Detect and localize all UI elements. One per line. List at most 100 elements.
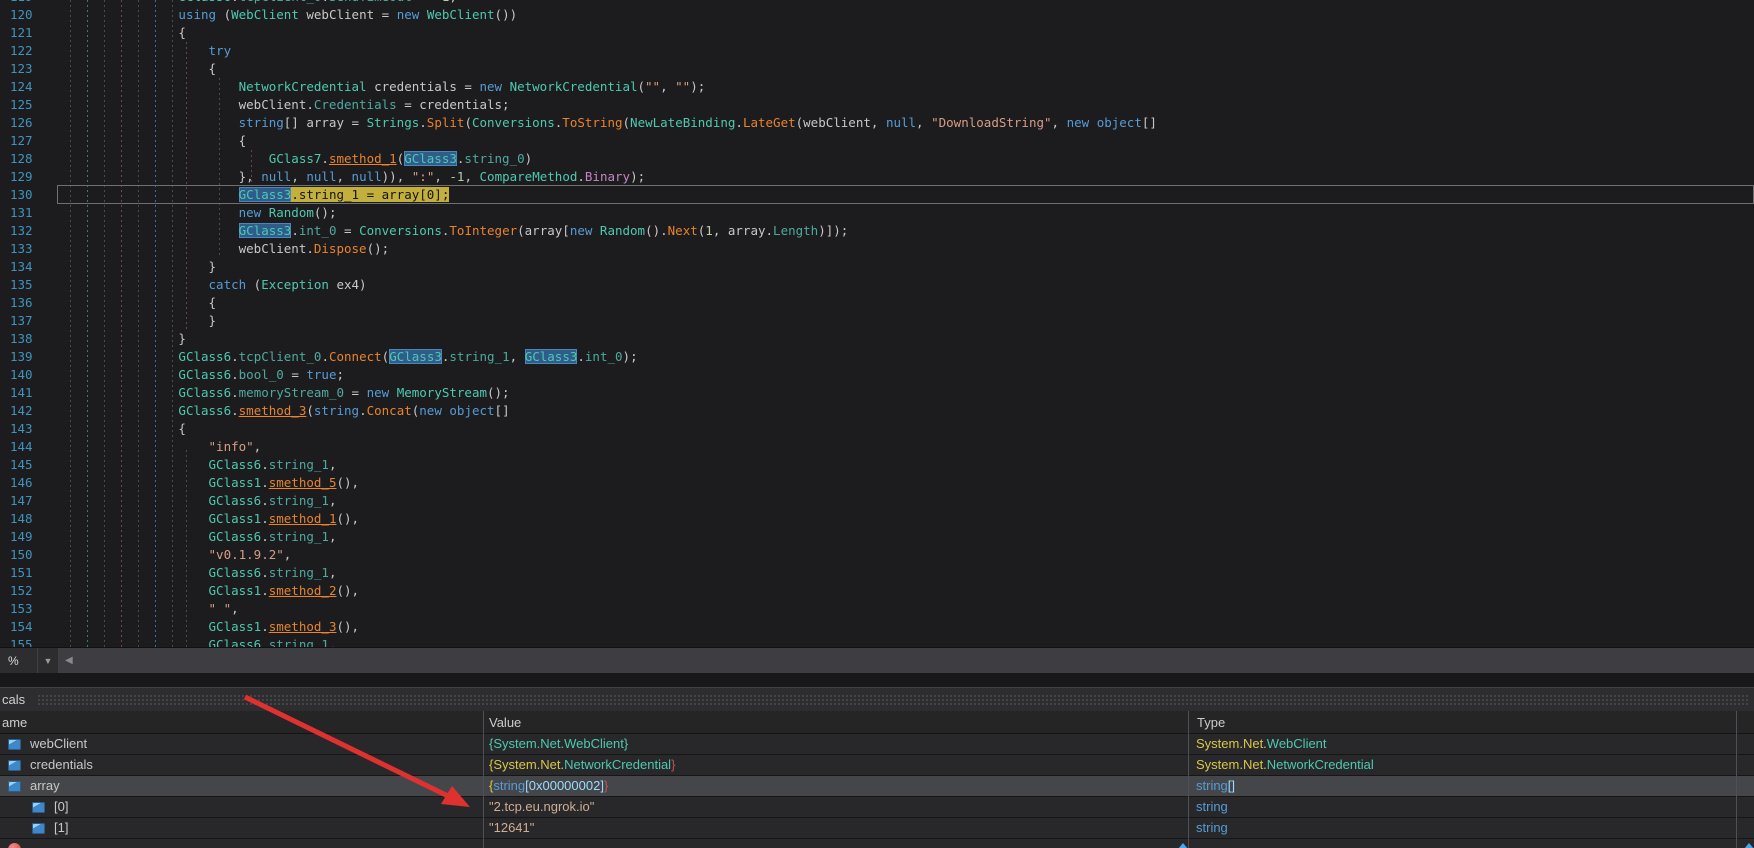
line-number: 155 bbox=[10, 636, 33, 647]
code-line: 131 new Random(); bbox=[0, 204, 1754, 222]
line-number: 140 bbox=[10, 366, 33, 384]
code-line: 127 { bbox=[0, 132, 1754, 150]
locals-panel: cals ame Value Type webClient{System.Net… bbox=[0, 687, 1754, 848]
code-line: 123 { bbox=[0, 60, 1754, 78]
local-variable-icon bbox=[8, 781, 21, 792]
column-separator[interactable] bbox=[1188, 711, 1189, 848]
locals-row[interactable]: credentials {System.Net.NetworkCredential… bbox=[0, 755, 1754, 776]
horizontal-scrollbar[interactable]: ◀ bbox=[59, 648, 1754, 673]
column-header-value[interactable]: Value bbox=[489, 711, 521, 734]
highlighted-symbol: GClass3 bbox=[404, 151, 457, 166]
locals-row-partial[interactable] bbox=[0, 839, 1754, 848]
code-line: 148 GClass1.smethod_1(), bbox=[0, 510, 1754, 528]
line-number: 143 bbox=[10, 420, 33, 438]
line-number: 122 bbox=[10, 42, 33, 60]
exception-icon bbox=[8, 843, 21, 848]
code-line: 143 { bbox=[0, 420, 1754, 438]
locals-name: array bbox=[30, 776, 470, 796]
line-number: 153 bbox=[10, 600, 33, 618]
locals-header-row: ame Value Type bbox=[0, 711, 1754, 734]
local-variable-icon bbox=[8, 760, 21, 771]
line-number: 149 bbox=[10, 528, 33, 546]
locals-panel-title: cals bbox=[2, 692, 25, 707]
code-line: 121 { bbox=[0, 24, 1754, 42]
code-line: 134 } bbox=[0, 258, 1754, 276]
zoom-level-control[interactable]: % bbox=[0, 648, 38, 673]
locals-row[interactable]: [0]"2.tcp.eu.ngrok.io"string bbox=[0, 797, 1754, 818]
local-variable-icon bbox=[32, 823, 45, 834]
titlebar-grip-dots bbox=[37, 694, 1748, 706]
code-line: 122 try bbox=[0, 42, 1754, 60]
highlighted-symbol: GClass3 bbox=[389, 349, 442, 364]
scroll-left-icon: ◀ bbox=[65, 655, 73, 666]
column-separator[interactable] bbox=[483, 711, 484, 848]
code-line: 133 webClient.Dispose(); bbox=[0, 240, 1754, 258]
zoom-label: % bbox=[8, 654, 19, 668]
code-line: 137 } bbox=[0, 312, 1754, 330]
code-line: 128 GClass7.smethod_1(GClass3.string_0) bbox=[0, 150, 1754, 168]
local-variable-icon bbox=[32, 802, 45, 813]
line-number: 136 bbox=[10, 294, 33, 312]
editor-hscrollbar-row: % ▼ ◀ bbox=[0, 647, 1754, 673]
line-number: 139 bbox=[10, 348, 33, 366]
line-number: 138 bbox=[10, 330, 33, 348]
line-number: 154 bbox=[10, 618, 33, 636]
code-line: 146 GClass1.smethod_5(), bbox=[0, 474, 1754, 492]
code-line: 135 catch (Exception ex4) bbox=[0, 276, 1754, 294]
locals-value: {System.Net.WebClient} bbox=[489, 734, 1179, 754]
line-number: 133 bbox=[10, 240, 33, 258]
locals-type: string bbox=[1196, 818, 1731, 838]
code-line: 147 GClass6.string_1, bbox=[0, 492, 1754, 510]
line-number: 148 bbox=[10, 510, 33, 528]
line-number: 150 bbox=[10, 546, 33, 564]
locals-value: {System.Net.NetworkCredential} bbox=[489, 755, 1179, 775]
locals-name: [0] bbox=[54, 797, 494, 817]
locals-row[interactable]: array{string[0x00000002]}string[] bbox=[0, 776, 1754, 797]
code-line: 153 " ", bbox=[0, 600, 1754, 618]
locals-type: string bbox=[1196, 797, 1731, 817]
code-line: 149 GClass6.string_1, bbox=[0, 528, 1754, 546]
code-line: 144 "info", bbox=[0, 438, 1754, 456]
line-number: 135 bbox=[10, 276, 33, 294]
code-line: 120 using (WebClient webClient = new Web… bbox=[0, 6, 1754, 24]
expander-arrow-icon bbox=[1178, 843, 1188, 848]
line-number: 134 bbox=[10, 258, 33, 276]
locals-type: System.Net.NetworkCredential bbox=[1196, 755, 1731, 775]
column-separator[interactable] bbox=[1736, 711, 1737, 848]
expander-arrow-icon bbox=[1744, 843, 1754, 848]
code-line: 138 } bbox=[0, 330, 1754, 348]
line-number: 147 bbox=[10, 492, 33, 510]
zoom-dropdown-button[interactable]: ▼ bbox=[38, 648, 59, 673]
debugger-window: { "editor": { "zoom_label": "%", "first_… bbox=[0, 0, 1754, 848]
locals-name: credentials bbox=[30, 755, 470, 775]
highlighted-symbol: GClass3 bbox=[239, 187, 292, 202]
locals-row[interactable]: webClient{System.Net.WebClient}System.Ne… bbox=[0, 734, 1754, 755]
code-editor[interactable]: 119 GClass6.tcpClient_0.SendTimeout = -1… bbox=[0, 0, 1754, 647]
column-header-name[interactable]: ame bbox=[2, 711, 27, 734]
highlighted-symbol: GClass3 bbox=[239, 223, 292, 238]
chevron-down-icon: ▼ bbox=[44, 656, 53, 666]
line-number: 131 bbox=[10, 204, 33, 222]
code-line: 132 GClass3.int_0 = Conversions.ToIntege… bbox=[0, 222, 1754, 240]
column-header-type[interactable]: Type bbox=[1197, 711, 1225, 734]
current-statement-highlight: GClass3.string_1 = array[0]; bbox=[239, 187, 450, 202]
code-line: 142 GClass6.smethod_3(string.Concat(new … bbox=[0, 402, 1754, 420]
locals-type: System.Net.WebClient bbox=[1196, 734, 1731, 754]
locals-row[interactable]: [1]"12641"string bbox=[0, 818, 1754, 839]
code-line: 150 "v0.1.9.2", bbox=[0, 546, 1754, 564]
locals-name: [1] bbox=[54, 818, 494, 838]
line-number: 129 bbox=[10, 168, 33, 186]
code-line: 125 webClient.Credentials = credentials; bbox=[0, 96, 1754, 114]
code-line: 151 GClass6.string_1, bbox=[0, 564, 1754, 582]
line-number: 132 bbox=[10, 222, 33, 240]
code-line: 141 GClass6.memoryStream_0 = new MemoryS… bbox=[0, 384, 1754, 402]
code-line: 136 { bbox=[0, 294, 1754, 312]
code-line: 130 GClass3.string_1 = array[0]; bbox=[0, 186, 1754, 204]
code-line: 124 NetworkCredential credentials = new … bbox=[0, 78, 1754, 96]
line-number: 128 bbox=[10, 150, 33, 168]
line-number: 145 bbox=[10, 456, 33, 474]
line-number: 126 bbox=[10, 114, 33, 132]
code-line: 155 GClass6.string_1, bbox=[0, 636, 1754, 647]
line-number: 152 bbox=[10, 582, 33, 600]
line-number: 127 bbox=[10, 132, 33, 150]
